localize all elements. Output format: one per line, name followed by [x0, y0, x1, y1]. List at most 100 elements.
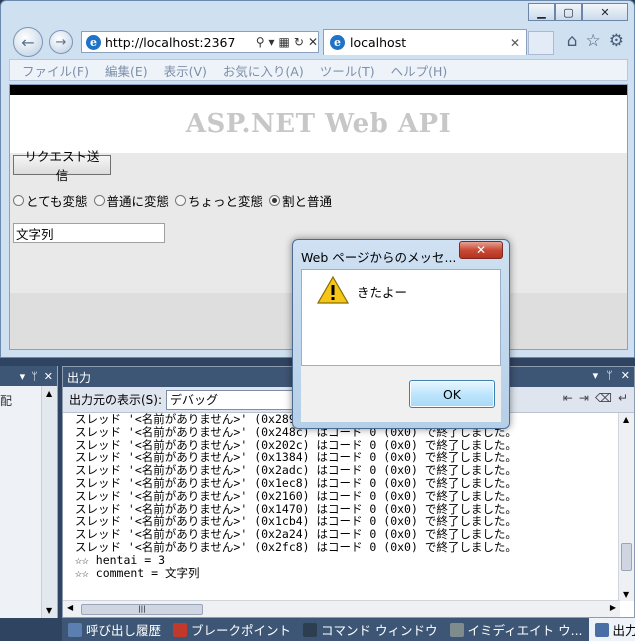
scroll-thumb[interactable] — [621, 543, 632, 571]
output-line: ☆☆ hentai = 3 — [75, 552, 166, 567]
favorites-star-icon[interactable]: ☆ — [586, 31, 601, 51]
address-bar[interactable]: e http://localhost:2367 ⚲ ▾ ▦ ↻ ✕ — [81, 31, 319, 53]
menu-item[interactable]: ヘルプ(H) — [391, 61, 448, 80]
scroll-up-icon[interactable]: ▲ — [46, 389, 52, 398]
gear-icon[interactable]: ⚙ — [609, 31, 624, 51]
next-message-icon[interactable]: ⇥ — [579, 391, 589, 405]
output-title: 出力 — [67, 370, 92, 385]
minimize-icon: ▁ — [537, 5, 546, 19]
compatibility-icon[interactable]: ▦ — [279, 35, 290, 49]
radio-group: とても変態 普通に変態 ちょっと変態 割と普通 — [13, 191, 332, 210]
dropdown-arrow-icon[interactable]: ▾ — [269, 35, 275, 49]
menu-item[interactable]: 表示(V) — [164, 61, 207, 80]
tool-tab-label: 呼び出し履歴 — [86, 623, 162, 638]
tab-close-icon[interactable]: ✕ — [510, 36, 520, 50]
clear-all-icon[interactable]: ⌫ — [595, 391, 612, 405]
scroll-thumb[interactable]: ||| — [81, 604, 203, 615]
tool-tab[interactable]: イミディエイト ウ... — [444, 618, 589, 641]
page-top-bar — [10, 85, 627, 95]
maximize-button[interactable]: ▢ — [555, 3, 582, 21]
radio-label: ちょっと変態 — [188, 194, 264, 209]
dropdown-arrow-icon[interactable]: ▾ — [20, 370, 26, 383]
output-line: スレッド '<名前がありません>' (0x2fc8) はコード 0 (0x0) … — [75, 539, 517, 554]
radio-label: 普通に変態 — [106, 194, 170, 209]
maximize-icon: ▢ — [563, 5, 574, 19]
dialog-message: きたよー — [357, 285, 408, 300]
radio-option[interactable]: とても変態 — [13, 191, 88, 210]
home-icon[interactable]: ⌂ — [567, 31, 578, 51]
browser-tools: ⌂ ☆ ⚙ — [567, 31, 624, 51]
word-wrap-icon[interactable]: ↵ — [618, 391, 628, 405]
search-icon[interactable]: ⚲ — [256, 35, 265, 49]
output-line: スレッド '<名前がありません>' (0x1ec8) はコード 0 (0x0) … — [75, 475, 517, 490]
scroll-right-icon[interactable]: ▶ — [610, 603, 616, 612]
menu-item[interactable]: お気に入り(A) — [223, 61, 304, 80]
request-send-button[interactable]: リクエスト送信 — [13, 149, 111, 183]
output-horizontal-scrollbar[interactable]: ◀ ||| ▶ — [63, 600, 620, 617]
tool-tab-label: イミディエイト ウ... — [467, 623, 583, 638]
ie-page-icon: e — [86, 34, 101, 50]
navigation-bar: ← → e http://localhost:2367 ⚲ ▾ ▦ ↻ ✕ e … — [9, 25, 628, 59]
tool-tab[interactable]: ブレークポイント — [167, 618, 297, 641]
tool-tab-label: ブレークポイント — [191, 623, 292, 638]
scroll-down-icon[interactable]: ▼ — [46, 606, 52, 615]
dropdown-arrow-icon[interactable]: ▾ — [593, 369, 599, 382]
text-input[interactable] — [13, 223, 165, 243]
window-controls: ▁ ▢ ✕ — [528, 3, 628, 21]
scroll-down-icon[interactable]: ▼ — [623, 590, 629, 599]
menu-item[interactable]: 編集(E) — [105, 61, 148, 80]
forward-arrow-icon: → — [55, 34, 67, 50]
pin-icon[interactable]: ᛘ — [31, 370, 38, 383]
call-stack-icon — [68, 622, 82, 637]
close-icon[interactable]: ✕ — [44, 370, 53, 383]
tool-tab[interactable]: 出力 — [588, 618, 635, 641]
output-line: スレッド '<名前がありません>' (0x2160) はコード 0 (0x0) … — [75, 488, 517, 503]
address-url[interactable]: http://localhost:2367 — [105, 35, 252, 50]
radio-button[interactable] — [13, 195, 24, 206]
menu-item[interactable]: ツール(T) — [320, 61, 375, 80]
tool-tab-label: コマンド ウィンドウ — [321, 623, 438, 638]
radio-option[interactable]: 割と普通 — [269, 191, 332, 210]
breakpoint-icon — [173, 622, 188, 637]
close-icon: ✕ — [600, 5, 610, 19]
radio-button[interactable] — [175, 195, 187, 206]
scroll-up-icon[interactable]: ▲ — [623, 415, 629, 424]
dialog-close-button[interactable]: ✕ — [459, 241, 503, 259]
output-text[interactable]: スレッド '<名前がありません>' (0x289 スレッド '<名前がありません>… — [75, 413, 517, 579]
ie-page-icon: e — [330, 35, 345, 50]
source-label: 出力元の表示(S): — [69, 393, 163, 407]
minimize-button[interactable]: ▁ — [528, 3, 555, 21]
back-arrow-icon: ← — [21, 32, 35, 52]
left-panel-scrollbar[interactable]: ▲ ▼ — [41, 386, 57, 618]
left-panel-titlebar: ▾ ᛘ ✕ — [0, 366, 57, 386]
forward-button[interactable]: → — [49, 30, 73, 54]
radio-button[interactable] — [269, 195, 281, 206]
left-tool-panel: ▾ ᛘ ✕ 配 ▲ ▼ — [0, 366, 58, 618]
close-icon[interactable]: ✕ — [621, 369, 630, 382]
page-header: ASP.NET Web API — [10, 95, 627, 153]
scroll-left-icon[interactable]: ◀ — [67, 603, 73, 612]
warning-icon — [317, 275, 349, 304]
pin-icon[interactable]: ᛘ — [606, 369, 613, 382]
menu-item[interactable]: ファイル(F) — [22, 61, 89, 80]
radio-label: とても変態 — [26, 194, 88, 209]
immediate-window-icon — [449, 622, 464, 637]
output-vertical-scrollbar[interactable]: ▲ ▼ — [618, 413, 634, 601]
radio-button[interactable] — [93, 195, 105, 206]
radio-option[interactable]: 普通に変態 — [93, 191, 170, 210]
radio-option[interactable]: ちょっと変態 — [175, 191, 263, 210]
close-icon: ✕ — [475, 243, 487, 257]
left-panel-cut-text: 配 — [0, 394, 13, 408]
new-tab-button[interactable] — [528, 31, 554, 55]
close-button[interactable]: ✕ — [582, 3, 628, 21]
ok-button[interactable]: OK — [409, 380, 495, 408]
prev-message-icon[interactable]: ⇤ — [563, 391, 573, 405]
tool-tab[interactable]: コマンド ウィンドウ — [297, 618, 443, 641]
tool-tab[interactable]: 呼び出し履歴 — [62, 618, 167, 641]
output-line: ☆☆ comment = 文字列 — [75, 565, 200, 580]
page-title: ASP.NET Web API — [185, 109, 452, 139]
back-button[interactable]: ← — [13, 27, 43, 57]
stop-icon[interactable]: ✕ — [308, 35, 318, 49]
tab-localhost[interactable]: e localhost ✕ — [323, 29, 527, 55]
refresh-icon[interactable]: ↻ — [294, 35, 304, 49]
